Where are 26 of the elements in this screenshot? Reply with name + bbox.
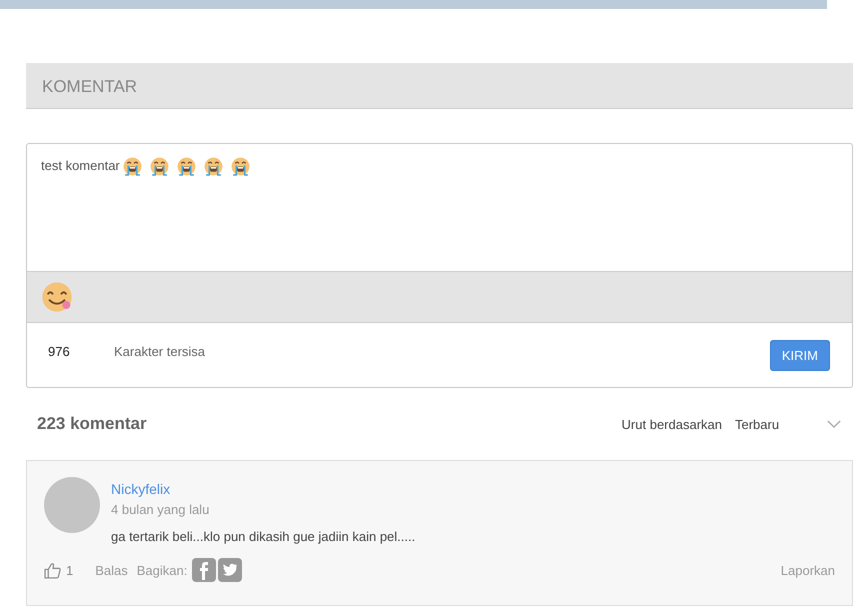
comment-text: test komentar xyxy=(41,157,120,175)
section-title: KOMENTAR xyxy=(26,63,853,109)
thumbs-up-icon[interactable] xyxy=(44,562,61,578)
author-link[interactable]: Nickyfelix xyxy=(111,481,416,497)
twitter-icon[interactable] xyxy=(218,558,242,582)
character-count-label: Karakter tersisa xyxy=(114,344,206,358)
chevron-down-icon[interactable] xyxy=(827,420,841,428)
crying-face-icon xyxy=(122,156,143,177)
like-count: 1 xyxy=(66,562,74,578)
comment-time: 4 bulan yang lalu xyxy=(111,502,210,517)
share-label: Bagikan: xyxy=(136,562,188,578)
comment-count: 223 komentar xyxy=(37,414,148,434)
crying-face-icon xyxy=(230,156,251,177)
character-count: 976 xyxy=(48,344,71,358)
comment-text: ga tertarik beli...klo pun dikasih gue jadiin kain pel..... xyxy=(111,529,416,544)
crying-face-icon xyxy=(202,156,224,177)
sort-dropdown[interactable]: Terbaru xyxy=(735,416,827,432)
facebook-icon[interactable] xyxy=(192,558,216,582)
report-link[interactable]: Laporkan xyxy=(780,562,835,578)
sort-label: Urut berdasarkan xyxy=(622,416,722,432)
crying-face-icon xyxy=(148,156,170,177)
reply-link[interactable]: Balas xyxy=(95,562,128,578)
crying-face-icon xyxy=(176,156,197,177)
comment-input[interactable]: test komentar xyxy=(27,144,852,271)
send-button[interactable]: KIRIM xyxy=(770,340,830,370)
smiley-icon[interactable] xyxy=(41,281,73,313)
